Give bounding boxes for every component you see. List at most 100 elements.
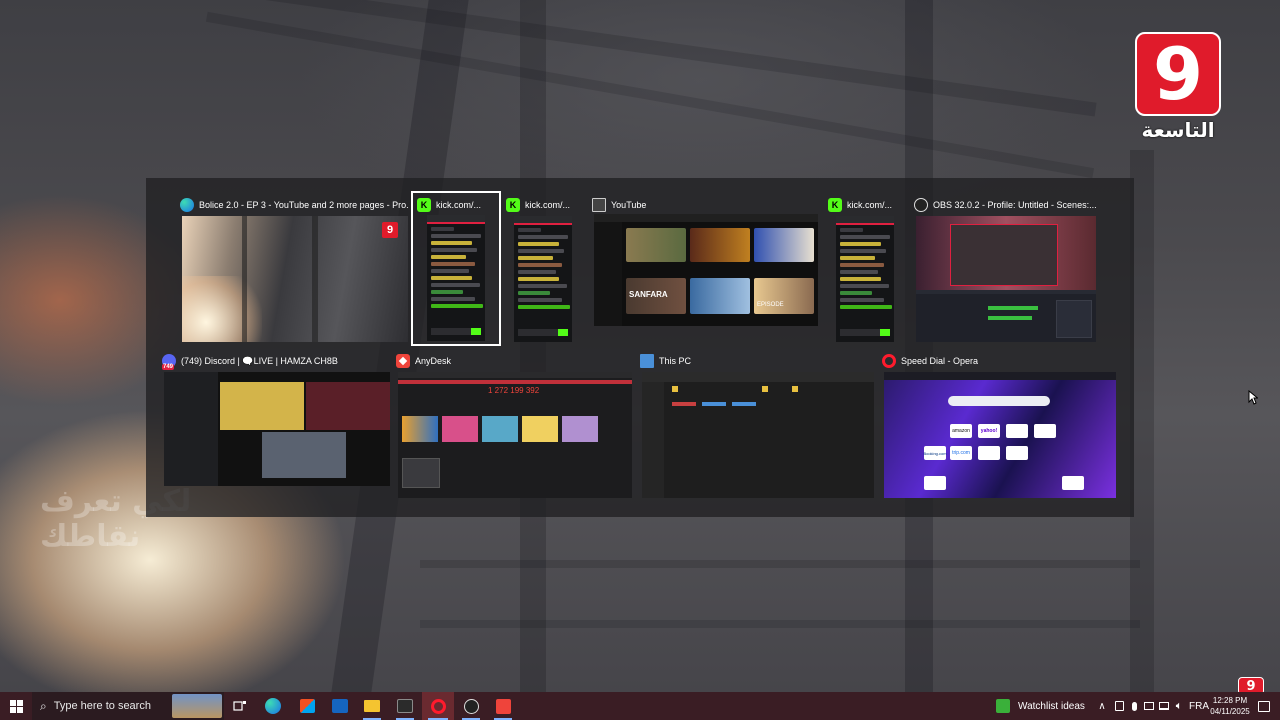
- window-icon: [592, 198, 606, 212]
- window-thumbnail: [642, 372, 874, 498]
- clock-date: 04/11/2025: [1210, 707, 1250, 716]
- window-discord[interactable]: 749 (749) Discord | 🗨️LIVE | HAMZA CH8B: [162, 352, 390, 486]
- channel-logo: 9 التاسعة: [1132, 32, 1224, 144]
- window-edge-bolice[interactable]: Bolice 2.0 - EP 3 - YouTube and 2 more p…: [180, 196, 408, 342]
- taskbar-search[interactable]: ⌕ Type here to search: [32, 692, 224, 720]
- windows-logo-icon: [9, 699, 23, 713]
- window-thumbnail: 1 272 199 392: [398, 372, 632, 498]
- edge-icon: [180, 198, 194, 212]
- watchlist-widget[interactable]: Watchlist ideas: [996, 692, 1088, 720]
- anydesk-id: 1 272 199 392: [488, 386, 540, 395]
- window-title: OBS 32.0.2 - Profile: Untitled - Scenes:…: [933, 200, 1096, 210]
- window-this-pc[interactable]: This PC: [640, 352, 874, 498]
- opera-tile: yahoo!: [978, 424, 1000, 438]
- window-anydesk[interactable]: AnyDesk 1 272 199 392: [396, 352, 632, 498]
- opera-icon: [430, 698, 446, 714]
- language-indicator[interactable]: FRA: [1188, 692, 1210, 720]
- anydesk-icon: [495, 698, 511, 714]
- obs-icon: [914, 198, 928, 212]
- window-obs[interactable]: OBS 32.0.2 - Profile: Untitled - Scenes:…: [914, 196, 1096, 342]
- search-placeholder: Type here to search: [53, 700, 151, 712]
- window-title: This PC: [659, 356, 692, 366]
- taskbar-edge[interactable]: [258, 692, 288, 720]
- taskbar-outlook[interactable]: [325, 692, 355, 720]
- taskbar-opera[interactable]: [422, 692, 454, 720]
- terminal-icon: [397, 699, 413, 713]
- task-switcher: Bolice 2.0 - EP 3 - YouTube and 2 more p…: [146, 178, 1134, 517]
- battery-icon: [1144, 702, 1154, 710]
- window-thumbnail: [836, 216, 894, 342]
- store-icon: [299, 699, 315, 713]
- tray-battery[interactable]: [1141, 692, 1157, 720]
- window-youtube[interactable]: YouTube SANFARA EPISODE: [592, 196, 818, 326]
- microphone-icon: [1131, 701, 1137, 711]
- edge-icon: [265, 698, 281, 714]
- tray-icon-1[interactable]: [1111, 692, 1127, 720]
- window-thumbnail: [916, 216, 1096, 342]
- window-thumbnail: 9: [182, 216, 408, 342]
- mouse-pointer-icon: [1248, 390, 1258, 405]
- window-thumbnail: [427, 215, 485, 341]
- taskbar: ⌕ Type here to search Watchlist ideas ∧ …: [0, 692, 1280, 720]
- taskbar-terminal[interactable]: [390, 692, 420, 720]
- watchlist-label: Watchlist ideas: [1018, 700, 1085, 712]
- logo-numeral: 9: [1135, 32, 1221, 116]
- stock-chart-icon: [996, 699, 1010, 713]
- window-title: AnyDesk: [415, 356, 452, 366]
- logo-arabic-text: التاسعة: [1141, 118, 1215, 142]
- outlook-icon: [332, 699, 348, 713]
- window-thumbnail: [164, 372, 390, 486]
- kick-icon: K: [417, 198, 431, 212]
- discord-badge: 749: [162, 364, 175, 370]
- language-label: FRA: [1189, 700, 1209, 712]
- window-title: Speed Dial - Opera: [901, 356, 979, 366]
- opera-tile: trip.com: [950, 446, 972, 460]
- taskbar-store[interactable]: [292, 692, 322, 720]
- network-icon: [1159, 702, 1169, 710]
- search-icon: ⌕: [40, 698, 47, 713]
- taskbar-file-explorer[interactable]: [357, 692, 387, 720]
- this-pc-icon: [640, 354, 654, 368]
- tray-network[interactable]: [1157, 692, 1171, 720]
- device-icon: [1114, 701, 1124, 711]
- tray-volume[interactable]: 🔈︎: [1171, 692, 1187, 720]
- window-kick-1[interactable]: K kick.com/...: [411, 191, 501, 346]
- window-title: kick.com/...: [525, 200, 571, 210]
- start-button[interactable]: [0, 692, 32, 720]
- clock[interactable]: 12:28 PM 04/11/2025: [1210, 692, 1250, 720]
- window-title: Bolice 2.0 - EP 3 - YouTube and 2 more p…: [199, 200, 408, 210]
- thumb-logo: 9: [382, 222, 398, 238]
- task-view-icon: [233, 701, 246, 711]
- window-title: (749) Discord | 🗨️LIVE | HAMZA CH8B: [181, 355, 338, 366]
- obs-icon: [463, 698, 479, 714]
- speaker-icon: 🔈︎: [1175, 699, 1183, 712]
- folder-icon: [364, 700, 380, 712]
- window-kick-3[interactable]: K kick.com/...: [828, 196, 910, 342]
- yt-tile-text: EPISODE: [757, 302, 784, 308]
- notification-center[interactable]: [1252, 692, 1276, 720]
- chevron-up-icon: ∧: [1098, 700, 1106, 712]
- opera-tile: Booking.com: [923, 446, 947, 460]
- tray-microphone[interactable]: [1127, 692, 1141, 720]
- window-title: kick.com/...: [847, 200, 893, 210]
- clock-time: 12:28 PM: [1212, 696, 1248, 705]
- opera-tile: amazon: [950, 424, 972, 438]
- kick-icon: K: [506, 198, 520, 212]
- task-view-button[interactable]: [226, 692, 254, 720]
- taskbar-obs[interactable]: [456, 692, 486, 720]
- taskbar-anydesk[interactable]: [488, 692, 518, 720]
- window-kick-2[interactable]: K kick.com/...: [506, 196, 588, 342]
- window-thumbnail: [514, 216, 572, 342]
- anydesk-icon: [396, 354, 410, 368]
- yt-tile-text: SANFARA: [629, 290, 668, 299]
- discord-icon: 749: [162, 354, 176, 370]
- window-thumbnail: amazon yahoo! Booking.com trip.com: [884, 372, 1116, 498]
- opera-icon: [882, 354, 896, 368]
- window-opera-speed-dial[interactable]: Speed Dial - Opera amazon yahoo! Booking…: [882, 352, 1116, 498]
- window-thumbnail: SANFARA EPISODE: [594, 214, 818, 326]
- show-hidden-icons[interactable]: ∧: [1094, 692, 1110, 720]
- window-title: YouTube: [611, 200, 647, 210]
- search-highlight-image: [172, 694, 222, 718]
- kick-icon: K: [828, 198, 842, 212]
- notification-icon: [1258, 700, 1270, 712]
